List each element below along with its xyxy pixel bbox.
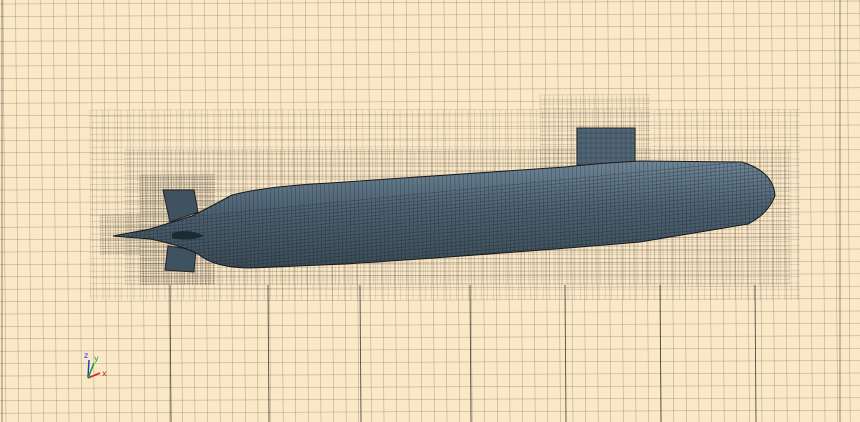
x-axis-label: x bbox=[102, 369, 107, 378]
y-axis-label: y bbox=[94, 354, 99, 363]
submarine-sail bbox=[576, 127, 636, 166]
cfd-mesh-viewport[interactable]: x y z bbox=[0, 0, 860, 422]
mesh-scene[interactable]: x y z bbox=[0, 0, 860, 422]
z-axis-label: z bbox=[84, 351, 88, 360]
